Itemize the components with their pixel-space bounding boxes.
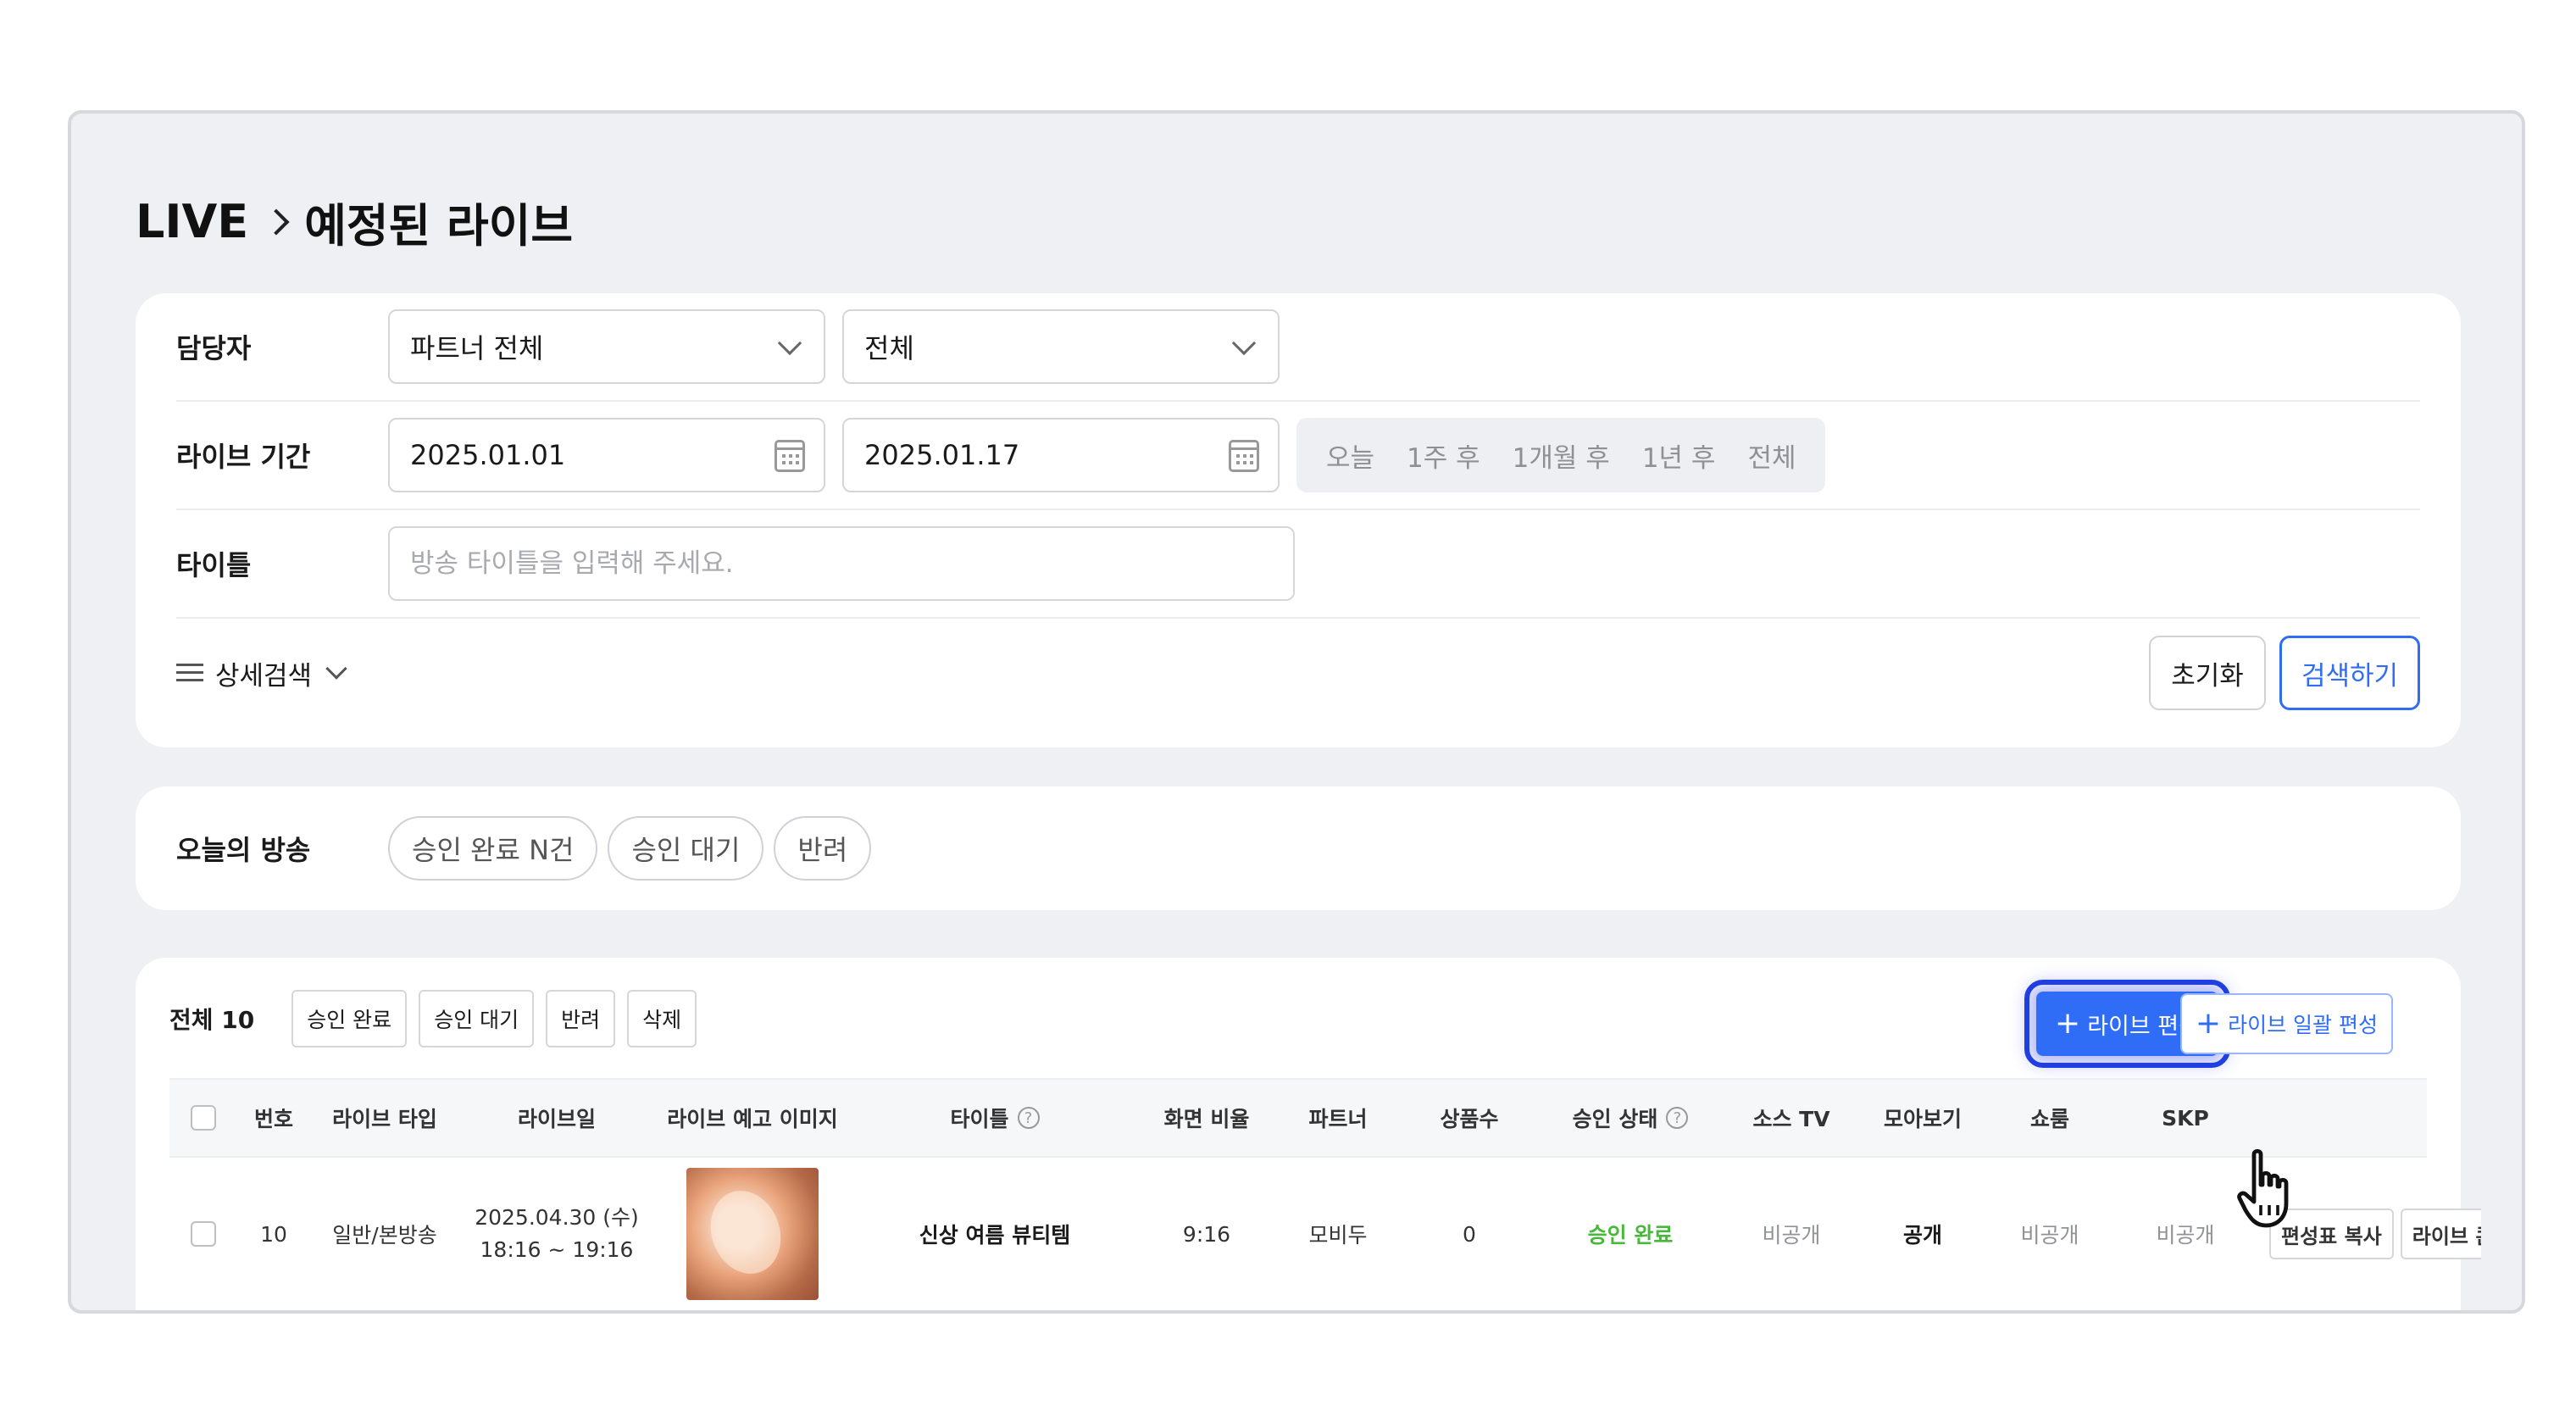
help-icon[interactable]: ? <box>1666 1107 1689 1129</box>
chip-rejected[interactable]: 반려 <box>774 816 872 881</box>
col-no: 번호 <box>253 1107 293 1131</box>
row-title[interactable]: 신상 여름 뷰티템 <box>851 1158 1139 1310</box>
search-panel: 담당자 파트너 전체 전체 라이브 기간 2025.01.01 2025.01.… <box>136 293 2461 747</box>
chip-pending[interactable]: 승인 대기 <box>608 816 764 881</box>
chip-approved[interactable]: 승인 완료 N건 <box>388 816 598 881</box>
row-products: 0 <box>1463 1221 1476 1247</box>
list-toolbar: 전체 10 승인 완료 승인 대기 반려 삭제 + 라이브 편성 + 라이브 일… <box>169 980 2427 1068</box>
calendar-icon[interactable] <box>1229 440 1259 472</box>
row-showroom: 비공개 <box>2020 1223 2079 1248</box>
quick-range-group: 오늘 1주 후 1개월 후 1년 후 전체 <box>1296 418 1826 492</box>
row-approval-status: 승인 완료 <box>1587 1223 1674 1248</box>
col-type: 라이브 타입 <box>332 1107 437 1131</box>
table-row[interactable]: 10 일반/본방송 2025.04.30 (수) 18:16 ~ 19:16 신… <box>169 1158 2481 1310</box>
hand-pointer-icon <box>2237 1148 2289 1228</box>
chevron-right-icon <box>263 208 290 236</box>
row-date: 2025.04.30 (수) 18:16 ~ 19:16 <box>459 1158 654 1310</box>
live-preview-thumbnail[interactable] <box>686 1168 819 1300</box>
start-date-field[interactable]: 2025.01.01 <box>388 418 825 492</box>
col-collection: 모아보기 <box>1883 1107 1962 1131</box>
start-date-value: 2025.01.01 <box>410 439 566 471</box>
row-skp: 비공개 <box>2156 1223 2215 1248</box>
detail-search-toggle[interactable]: 상세검색 <box>176 654 347 692</box>
col-showroom: 쇼룸 <box>2029 1107 2069 1131</box>
pending-button[interactable]: 승인 대기 <box>419 990 535 1047</box>
reset-button[interactable]: 초기화 <box>2149 636 2266 710</box>
manager-label: 담당자 <box>176 332 252 364</box>
today-label: 오늘의 방송 <box>176 834 311 866</box>
row-no: 10 <box>260 1221 287 1247</box>
delete-button[interactable]: 삭제 <box>627 990 697 1047</box>
add-bulk-live-button[interactable]: + 라이브 일괄 편성 <box>2179 993 2393 1054</box>
partner-select-value: 파트너 전체 <box>410 332 544 364</box>
row-checkbox[interactable] <box>191 1221 216 1247</box>
title-input-wrapper <box>388 526 1295 601</box>
col-partner: 파트너 <box>1308 1107 1368 1131</box>
title-label: 타이틀 <box>176 549 252 581</box>
quick-range-all[interactable]: 전체 <box>1731 436 1812 475</box>
row-actions: 편성표 복사 라이브 콘솔 <box>2269 1158 2481 1310</box>
partner-select[interactable]: 파트너 전체 <box>388 309 825 384</box>
col-ratio: 화면 비율 <box>1163 1107 1250 1131</box>
col-title: 타이틀 ? <box>851 1080 1139 1156</box>
row-source-tv: 비공개 <box>1762 1223 1821 1248</box>
chevron-down-icon <box>1231 331 1257 356</box>
end-date-field[interactable]: 2025.01.17 <box>842 418 1280 492</box>
live-list-panel: 전체 10 승인 완료 승인 대기 반려 삭제 + 라이브 편성 + 라이브 일… <box>136 958 2481 1310</box>
col-date: 라이브일 <box>517 1107 596 1131</box>
help-icon[interactable]: ? <box>1017 1107 1040 1129</box>
title-row: 타이틀 <box>176 510 2420 619</box>
filter-sliders-icon <box>176 662 203 684</box>
manager-row: 담당자 파트너 전체 전체 <box>176 293 2420 402</box>
select-all-checkbox[interactable] <box>191 1105 216 1131</box>
row-partner: 모비두 <box>1308 1223 1368 1248</box>
app-frame: LIVE 예정된 라이브 담당자 파트너 전체 전체 라이브 기간 2025.0… <box>68 110 2525 1314</box>
row-date-time: 18:16 ~ 19:16 <box>480 1237 634 1262</box>
calendar-icon[interactable] <box>774 440 805 472</box>
approve-button[interactable]: 승인 완료 <box>291 990 408 1047</box>
row-type: 일반/본방송 <box>332 1223 437 1248</box>
today-row: 오늘의 방송 승인 완료 N건 승인 대기 반려 <box>176 794 2420 903</box>
col-skp: SKP <box>2162 1105 2209 1131</box>
col-title-label: 타이틀 <box>950 1107 1009 1131</box>
col-products: 상품수 <box>1440 1107 1499 1131</box>
chevron-down-icon <box>777 331 802 356</box>
quick-range-1year[interactable]: 1년 후 <box>1626 436 1732 475</box>
quick-range-1week[interactable]: 1주 후 <box>1391 436 1496 475</box>
end-date-value: 2025.01.17 <box>864 439 1020 471</box>
quick-range-today[interactable]: 오늘 <box>1310 436 1391 475</box>
col-source-tv: 소스 TV <box>1752 1107 1830 1131</box>
search-button[interactable]: 검색하기 <box>2279 636 2420 710</box>
quick-range-1month[interactable]: 1개월 후 <box>1496 436 1626 475</box>
row-ratio: 9:16 <box>1182 1221 1231 1247</box>
title-input[interactable] <box>410 548 1273 579</box>
page-title: 예정된 라이브 <box>304 199 574 253</box>
detail-search-label: 상세검색 <box>215 660 313 692</box>
col-image: 라이브 예고 이미지 <box>667 1107 838 1131</box>
breadcrumb-root[interactable]: LIVE <box>136 195 248 248</box>
total-count: 전체 10 <box>169 1006 255 1034</box>
table-header: 번호 라이브 타입 라이브일 라이브 예고 이미지 타이틀 ? 화면 비율 파트… <box>169 1078 2427 1158</box>
row-date-day: 2025.04.30 (수) <box>475 1205 639 1230</box>
live-console-button[interactable]: 라이브 콘솔 <box>2400 1209 2481 1259</box>
chevron-down-icon <box>325 658 347 680</box>
period-label: 라이브 기간 <box>176 441 311 473</box>
breadcrumb: LIVE 예정된 라이브 <box>136 188 573 255</box>
col-approval: 승인 상태 ? <box>1537 1080 1724 1156</box>
action-row: 상세검색 초기화 검색하기 <box>176 619 2420 727</box>
reject-button[interactable]: 반려 <box>546 990 616 1047</box>
manager-select[interactable]: 전체 <box>842 309 1280 384</box>
today-broadcast-panel: 오늘의 방송 승인 완료 N건 승인 대기 반려 <box>136 786 2461 910</box>
plus-icon: + <box>2195 1006 2222 1041</box>
plus-icon: + <box>2055 1006 2081 1041</box>
add-bulk-label: 라이브 일괄 편성 <box>2228 1013 2378 1037</box>
period-row: 라이브 기간 2025.01.01 2025.01.17 오늘 1주 후 1개월… <box>176 402 2420 510</box>
manager-select-value: 전체 <box>864 332 914 364</box>
col-approval-label: 승인 상태 <box>1572 1107 1658 1131</box>
row-image-cell <box>654 1158 851 1310</box>
row-collection: 공개 <box>1902 1223 1942 1248</box>
